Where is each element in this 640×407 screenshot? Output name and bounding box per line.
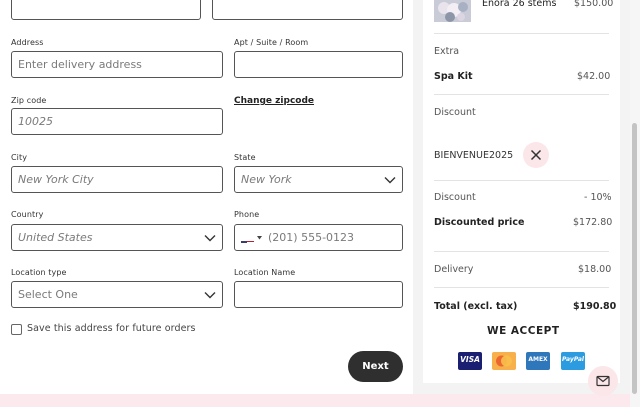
discount-code: BIENVENUE2025 <box>434 150 514 161</box>
first-name-input[interactable] <box>11 0 201 20</box>
last-name-input[interactable] <box>212 0 403 20</box>
discounted-price-label: Discounted price <box>434 217 525 228</box>
paypal-card-icon: PayPal <box>561 352 585 370</box>
address-label: Address <box>11 38 44 47</box>
us-flag-icon[interactable] <box>241 234 254 243</box>
mail-icon <box>596 375 610 387</box>
caret-down-icon <box>257 236 262 240</box>
total-label: Total (excl. tax) <box>434 301 518 312</box>
apt-label: Apt / Suite / Room <box>234 38 309 47</box>
total-value: $190.80 <box>573 301 617 312</box>
state-label: State <box>234 153 256 162</box>
country-value: United States <box>18 231 93 244</box>
chevron-down-icon <box>384 177 396 184</box>
discount-code-heading: Discount <box>434 107 476 118</box>
divider <box>434 180 609 181</box>
divider <box>434 94 609 95</box>
chevron-down-icon <box>204 235 216 242</box>
discount-label: Discount <box>434 192 476 203</box>
state-value: New York <box>241 173 292 186</box>
next-button[interactable]: Next <box>348 351 403 382</box>
address-placeholder: Enter delivery address <box>18 58 142 71</box>
delivery-label: Delivery <box>434 264 474 275</box>
chevron-down-icon <box>204 292 216 299</box>
visa-card-icon: VISA <box>458 352 482 370</box>
phone-label: Phone <box>234 210 260 219</box>
city-value: New York City <box>18 173 94 186</box>
we-accept-heading: WE ACCEPT <box>487 325 560 337</box>
discount-value: - 10% <box>584 192 612 203</box>
phone-placeholder: (201) 555-0123 <box>268 231 355 244</box>
divider <box>434 287 609 288</box>
zipcode-value: 10025 <box>18 115 53 128</box>
mastercard-icon <box>492 352 516 370</box>
city-input[interactable]: New York City <box>11 166 223 193</box>
city-label: City <box>11 153 28 162</box>
contact-button[interactable] <box>588 366 618 396</box>
extra-heading: Extra <box>434 46 460 57</box>
delivery-value: $18.00 <box>578 264 612 275</box>
discounted-price-value: $172.80 <box>573 217 613 228</box>
location-name-label: Location Name <box>234 268 296 277</box>
apt-input[interactable] <box>234 51 403 78</box>
location-type-value: Select One <box>18 288 78 301</box>
scrollbar-thumb[interactable] <box>632 123 637 394</box>
address-input[interactable]: Enter delivery address <box>11 51 223 78</box>
extra-name: Spa Kit <box>434 71 473 82</box>
state-select[interactable]: New York <box>234 166 403 193</box>
zipcode-input[interactable]: 10025 <box>11 108 223 135</box>
location-type-select[interactable]: Select One <box>11 281 223 308</box>
phone-input[interactable]: (201) 555-0123 <box>234 224 403 251</box>
divider <box>434 251 609 252</box>
country-label: Country <box>11 210 44 219</box>
product-price: $150.00 <box>574 0 614 9</box>
amex-card-icon: AMEX <box>526 352 550 370</box>
change-zipcode-link[interactable]: Change zipcode <box>234 96 314 106</box>
country-select[interactable]: United States <box>11 224 223 251</box>
location-type-label: Location type <box>11 268 67 277</box>
extra-price: $42.00 <box>577 71 611 82</box>
product-thumbnail <box>434 0 471 22</box>
zipcode-label: Zip code <box>11 96 47 105</box>
product-name: Enora 26 stems <box>482 0 557 9</box>
save-address-label: Save this address for future orders <box>27 323 196 334</box>
footer-band <box>0 394 630 407</box>
remove-discount-button[interactable] <box>523 142 549 168</box>
location-name-input[interactable] <box>234 281 403 308</box>
save-address-checkbox[interactable] <box>11 324 22 335</box>
divider <box>434 33 609 34</box>
close-icon <box>530 149 542 161</box>
